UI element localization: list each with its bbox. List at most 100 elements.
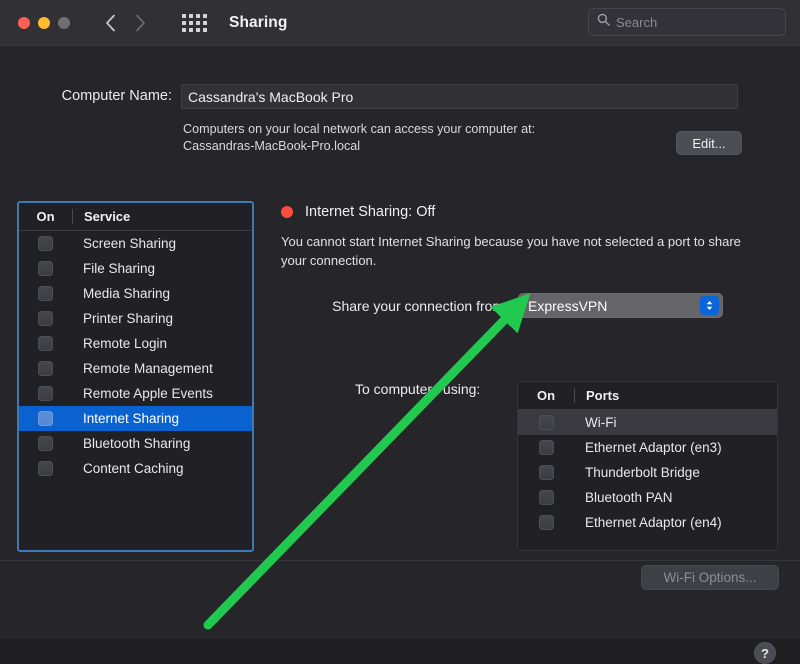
ports-rows: Wi-Fi Ethernet Adaptor (en3) Thunderbolt B…: [518, 410, 777, 535]
checkbox[interactable]: [38, 261, 53, 276]
services-list-item[interactable]: Printer Sharing: [19, 306, 252, 331]
services-list-item[interactable]: Screen Sharing: [19, 231, 252, 256]
row-label: Remote Login: [83, 336, 168, 351]
share-from-value: ExpressVPN: [528, 297, 608, 314]
ports-list[interactable]: On Ports Wi-Fi Ethernet Adaptor (en3) Thun…: [517, 381, 778, 551]
checkbox[interactable]: [38, 386, 53, 401]
row-label: Screen Sharing: [83, 236, 177, 251]
search-field[interactable]: [588, 8, 786, 36]
status-description: You cannot start Internet Sharing becaus…: [281, 234, 741, 268]
ports-list-item[interactable]: Ethernet Adaptor (en4): [518, 510, 777, 535]
bottom-divider: [0, 560, 800, 561]
row-checkbox-cell: [19, 286, 72, 301]
ports-list-item[interactable]: Wi-Fi: [518, 410, 777, 435]
search-input[interactable]: [616, 14, 777, 30]
services-list-item[interactable]: Remote Login: [19, 331, 252, 356]
ports-header-on: On: [536, 388, 556, 403]
row-label: Remote Management: [83, 361, 213, 376]
checkbox[interactable]: [38, 361, 53, 376]
services-list-item[interactable]: Remote Apple Events: [19, 381, 252, 406]
status-badge: Internet Sharing: Off: [305, 204, 436, 220]
wifi-options-button[interactable]: Wi-Fi Options...: [641, 565, 779, 590]
computer-name-description-line1: Computers on your local network can acce…: [183, 122, 536, 136]
checkbox[interactable]: [538, 415, 554, 430]
close-window-button[interactable]: [18, 16, 30, 29]
checkbox[interactable]: [38, 286, 53, 301]
checkbox[interactable]: [38, 436, 53, 451]
services-header-on: On: [36, 209, 55, 224]
chevron-right-icon[interactable]: [128, 8, 152, 38]
checkbox[interactable]: [538, 490, 554, 505]
row-label: Ethernet Adaptor (en3): [585, 440, 722, 455]
page-title: Sharing: [229, 13, 288, 31]
help-button[interactable]: ?: [754, 642, 776, 664]
row-label: Remote Apple Events: [83, 386, 213, 401]
services-list-item[interactable]: Bluetooth Sharing: [19, 431, 252, 456]
row-label: Media Sharing: [83, 286, 171, 301]
row-checkbox-cell: [19, 411, 72, 426]
checkbox[interactable]: [538, 515, 554, 530]
checkbox[interactable]: [38, 461, 53, 476]
checkbox[interactable]: [38, 411, 53, 426]
services-rows: Screen Sharing File Sharing Media Sharing P…: [19, 231, 252, 481]
row-checkbox-cell: [19, 361, 72, 376]
to-computers-label: To computers using:: [355, 381, 481, 397]
row-label: Wi-Fi: [585, 415, 617, 430]
row-label: Bluetooth Sharing: [83, 436, 191, 451]
internet-sharing-status: Internet Sharing: Off: [281, 204, 435, 220]
computer-name-description: Computers on your local network can acce…: [183, 121, 653, 155]
ports-header-name: Ports: [574, 388, 777, 403]
share-from-label: Share your connection from:: [332, 297, 508, 314]
ports-list-item[interactable]: Bluetooth PAN: [518, 485, 777, 510]
row-checkbox-cell: [19, 236, 72, 251]
status-indicator-dot: [281, 206, 293, 218]
row-label: Printer Sharing: [83, 311, 174, 326]
ports-list-header: On Ports: [518, 382, 777, 410]
row-checkbox-cell: [518, 415, 574, 430]
computer-name-hostname: Cassandras-MacBook-Pro.local: [183, 139, 361, 153]
services-list[interactable]: On Service Screen Sharing File Sharing Med…: [17, 201, 254, 552]
ports-list-item[interactable]: Ethernet Adaptor (en3): [518, 435, 777, 460]
row-label: Bluetooth PAN: [585, 490, 673, 505]
chevron-up-down-icon[interactable]: [700, 296, 719, 315]
row-checkbox-cell: [19, 436, 72, 451]
services-list-item[interactable]: Internet Sharing: [19, 406, 252, 431]
row-checkbox-cell: [518, 465, 574, 480]
ports-list-item[interactable]: Thunderbolt Bridge: [518, 460, 777, 485]
chevron-left-icon[interactable]: [98, 8, 122, 38]
row-label: File Sharing: [83, 261, 156, 276]
services-list-item[interactable]: Media Sharing: [19, 281, 252, 306]
checkbox[interactable]: [38, 311, 53, 326]
row-checkbox-cell: [19, 336, 72, 351]
maximize-window-button[interactable]: [58, 16, 70, 29]
row-label: Content Caching: [83, 461, 184, 476]
computer-name-label: Computer Name:: [61, 88, 172, 104]
share-from-select[interactable]: ExpressVPN: [518, 293, 723, 318]
search-icon: [597, 13, 610, 31]
window-toolbar: Sharing: [0, 0, 800, 46]
row-checkbox-cell: [518, 440, 574, 455]
checkbox[interactable]: [538, 440, 554, 455]
row-checkbox-cell: [19, 311, 72, 326]
services-list-item[interactable]: File Sharing: [19, 256, 252, 281]
row-label: Thunderbolt Bridge: [585, 465, 700, 480]
grid-apps-icon[interactable]: [182, 13, 207, 32]
share-from-row: Share your connection from: ExpressVPN: [281, 293, 723, 318]
services-list-item[interactable]: Content Caching: [19, 456, 252, 481]
traffic-light-group: [18, 16, 70, 29]
checkbox[interactable]: [38, 336, 53, 351]
row-checkbox-cell: [19, 261, 72, 276]
row-checkbox-cell: [518, 515, 574, 530]
row-checkbox-cell: [19, 386, 72, 401]
computer-name-input[interactable]: [181, 84, 738, 109]
minimize-window-button[interactable]: [38, 16, 50, 29]
edit-button[interactable]: Edit...: [676, 131, 742, 155]
row-checkbox-cell: [19, 461, 72, 476]
computer-name-row: Computer Name:: [0, 84, 800, 109]
services-list-header: On Service: [19, 203, 252, 231]
services-list-item[interactable]: Remote Management: [19, 356, 252, 381]
checkbox[interactable]: [38, 236, 53, 251]
checkbox[interactable]: [538, 465, 554, 480]
sharing-preferences-window: Sharing Computer Name: Computers on your…: [0, 0, 800, 664]
row-checkbox-cell: [518, 490, 574, 505]
